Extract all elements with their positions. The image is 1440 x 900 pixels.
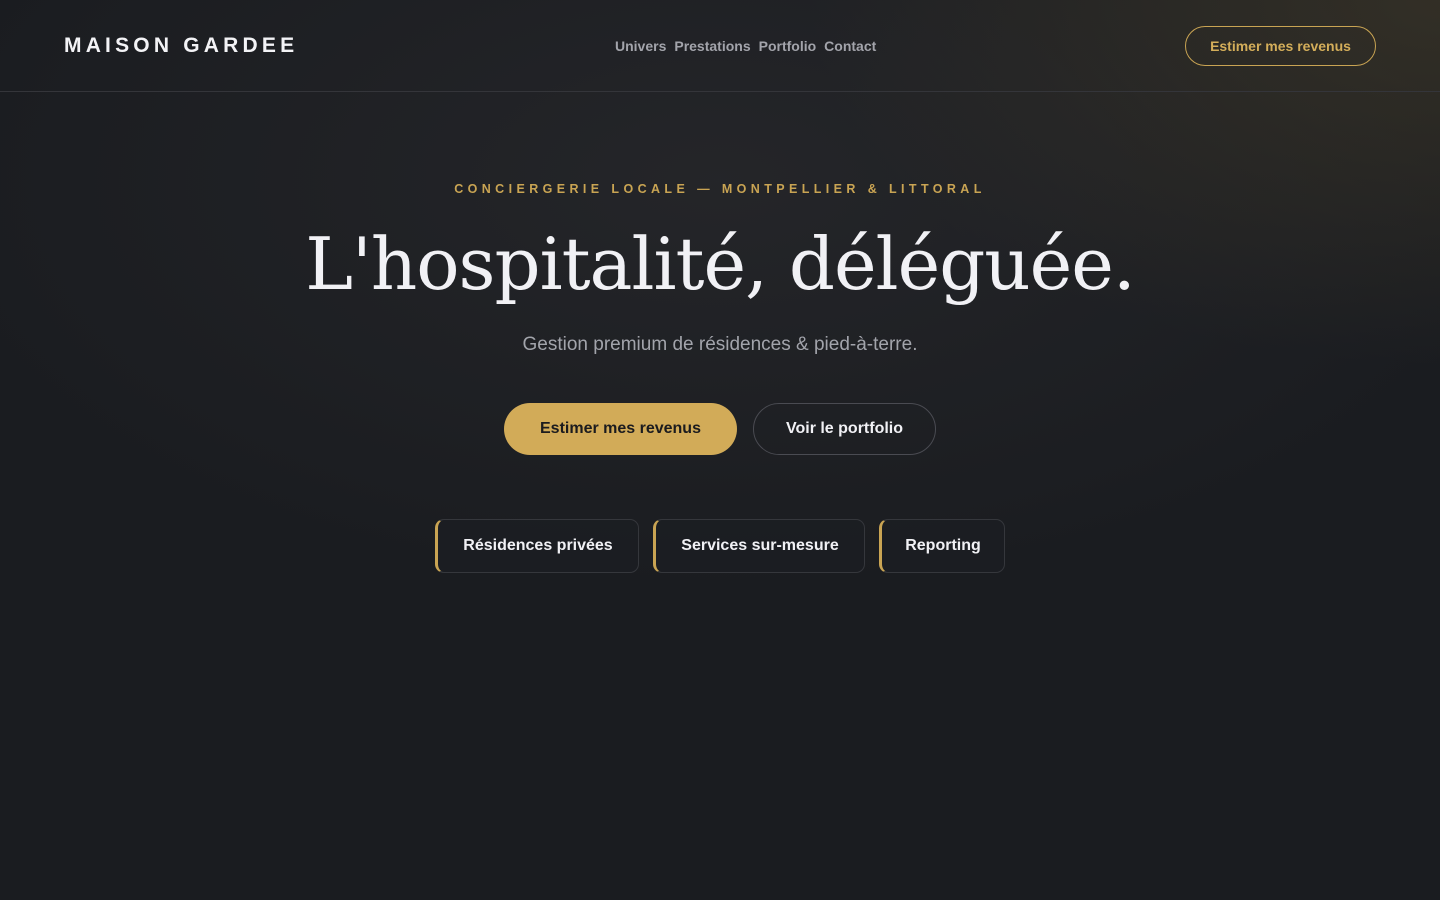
nav-link-univers[interactable]: Univers — [615, 38, 666, 54]
brand-logo[interactable]: MAISON GARDEE — [64, 34, 298, 58]
page: MAISON GARDEE Univers Prestations Portfo… — [0, 0, 1440, 900]
nav-link-prestations[interactable]: Prestations — [674, 38, 750, 54]
view-portfolio-button[interactable]: Voir le portfolio — [753, 403, 936, 455]
hero-subtitle: Gestion premium de résidences & pied-à-t… — [522, 334, 918, 355]
feature-chip-reporting[interactable]: Reporting — [879, 519, 1005, 573]
nav-link-portfolio[interactable]: Portfolio — [759, 38, 817, 54]
hero-eyebrow: CONCIERGERIE LOCALE — MONTPELLIER & LITT… — [454, 182, 986, 196]
feature-chip-services[interactable]: Services sur-mesure — [653, 519, 865, 573]
site-header: MAISON GARDEE Univers Prestations Portfo… — [0, 0, 1440, 92]
main-nav: Univers Prestations Portfolio Contact — [615, 38, 876, 54]
header-estimate-button[interactable]: Estimer mes revenus — [1185, 26, 1376, 66]
estimate-revenue-button[interactable]: Estimer mes revenus — [504, 403, 737, 455]
nav-link-contact[interactable]: Contact — [824, 38, 876, 54]
feature-chip-residences[interactable]: Résidences privées — [435, 519, 639, 573]
hero-title: L'hospitalité, déléguée. — [305, 222, 1136, 306]
